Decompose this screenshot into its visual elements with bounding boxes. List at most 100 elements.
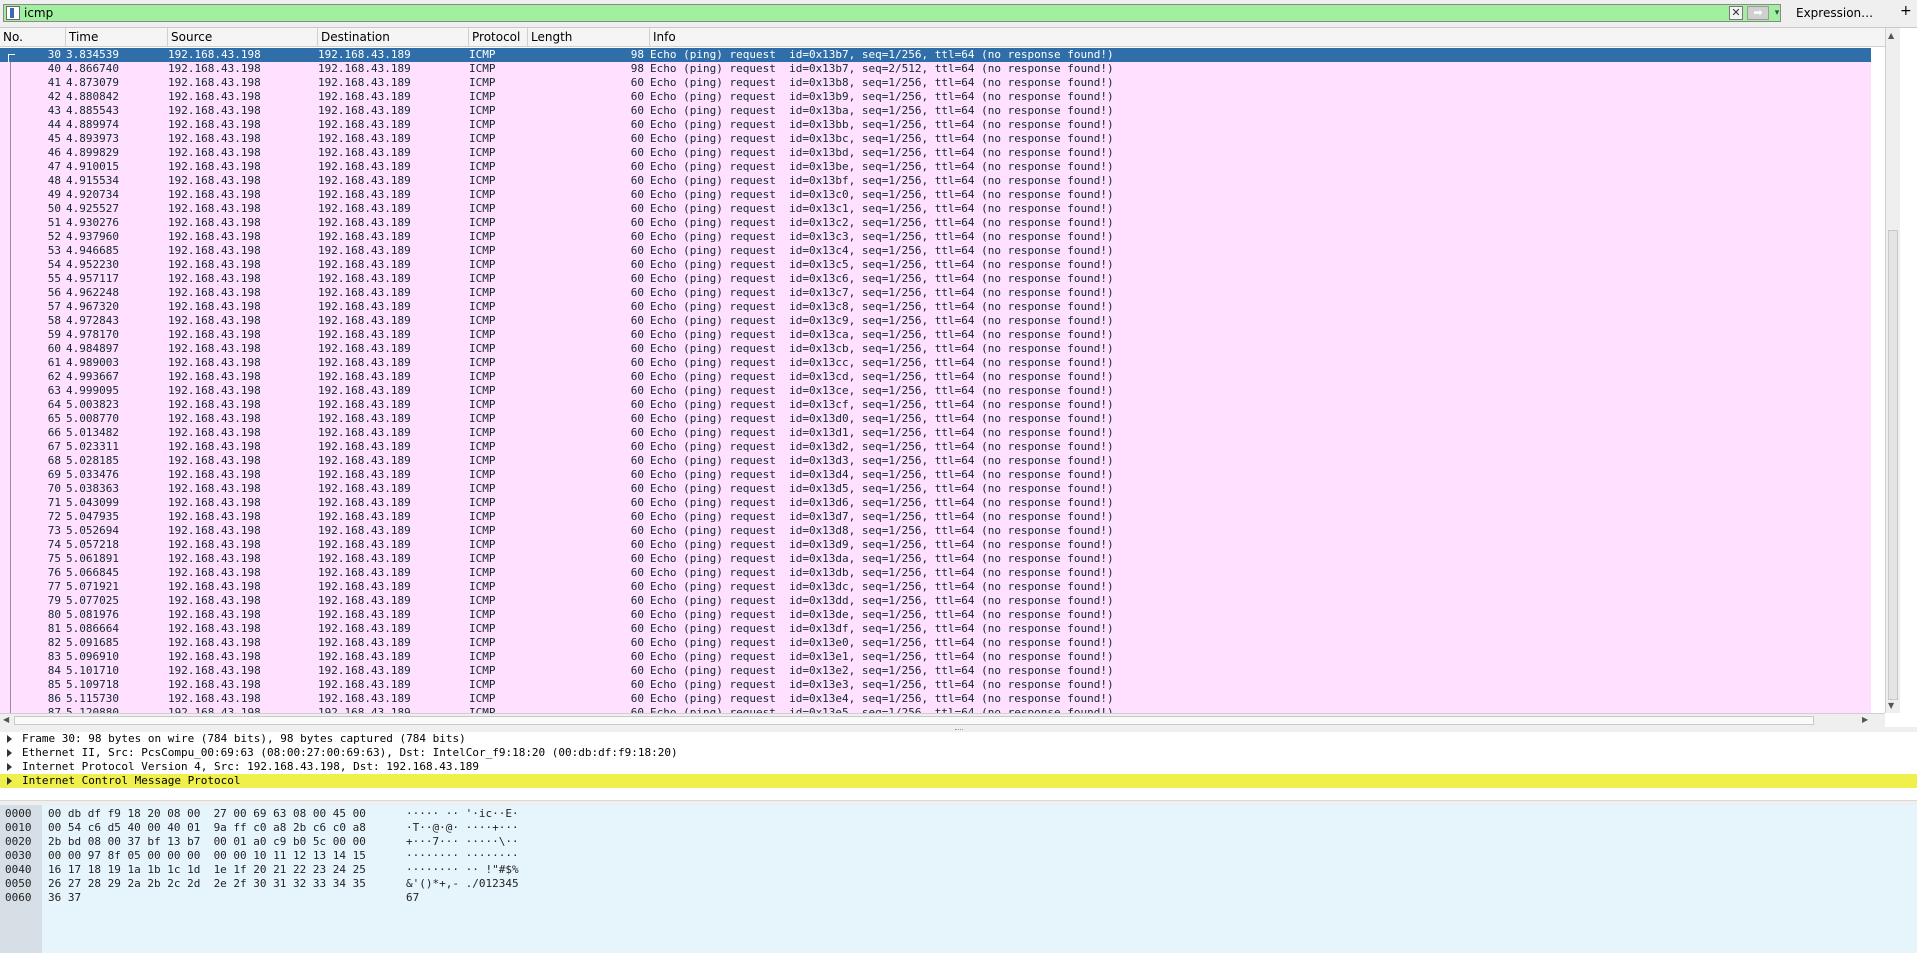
hex-bytes[interactable]: 36 37 [48, 891, 81, 905]
packet-list-vertical-scrollbar[interactable]: ▲ ▼ [1885, 28, 1900, 713]
hex-offset[interactable]: 0050 [5, 877, 32, 891]
packet-row[interactable]: 85 5.109718 192.168.43.198 192.168.43.189 IC… [0, 678, 1871, 692]
ascii-bytes[interactable]: ········ ········ [406, 849, 519, 863]
packet-row[interactable]: 64 5.003823 192.168.43.198 192.168.43.189 IC… [0, 398, 1871, 412]
packet-row[interactable]: 41 4.873079 192.168.43.198 192.168.43.189 IC… [0, 76, 1871, 90]
column-header-no[interactable]: No. [0, 28, 66, 46]
packet-row[interactable]: 44 4.889974 192.168.43.198 192.168.43.189 IC… [0, 118, 1871, 132]
packet-row[interactable]: 70 5.038363 192.168.43.198 192.168.43.189 IC… [0, 482, 1871, 496]
packet-row[interactable]: 53 4.946685 192.168.43.198 192.168.43.189 IC… [0, 244, 1871, 258]
detail-tree-item[interactable]: Internet Control Message Protocol [0, 774, 1917, 788]
packet-row[interactable]: 81 5.086664 192.168.43.198 192.168.43.189 IC… [0, 622, 1871, 636]
packet-row[interactable]: 72 5.047935 192.168.43.198 192.168.43.189 IC… [0, 510, 1871, 524]
packet-row[interactable]: 86 5.115730 192.168.43.198 192.168.43.189 IC… [0, 692, 1871, 706]
ascii-bytes[interactable]: ·T··@·@· ····+··· [406, 821, 519, 835]
expand-triangle-icon[interactable] [7, 763, 12, 771]
detail-tree-item[interactable]: Internet Protocol Version 4, Src: 192.16… [0, 760, 1917, 774]
packet-row[interactable]: 68 5.028185 192.168.43.198 192.168.43.189 IC… [0, 454, 1871, 468]
column-header-protocol[interactable]: Protocol [469, 28, 528, 46]
packet-row[interactable]: 57 4.967320 192.168.43.198 192.168.43.189 IC… [0, 300, 1871, 314]
hex-offset[interactable]: 0000 [5, 807, 32, 821]
hex-offset[interactable]: 0010 [5, 821, 32, 835]
hex-offset[interactable]: 0040 [5, 863, 32, 877]
ascii-bytes[interactable]: +···7··· ·····\·· [406, 835, 519, 849]
packet-row[interactable]: 56 4.962248 192.168.43.198 192.168.43.189 IC… [0, 286, 1871, 300]
packet-row[interactable]: 84 5.101710 192.168.43.198 192.168.43.189 IC… [0, 664, 1871, 678]
packet-row[interactable]: 54 4.952230 192.168.43.198 192.168.43.189 IC… [0, 258, 1871, 272]
expression-button[interactable]: Expression… [1796, 6, 1873, 20]
hex-bytes[interactable]: 2b bd 08 00 37 bf 13 b7 00 01 a0 c9 b0 5… [48, 835, 366, 849]
hex-bytes[interactable]: 16 17 18 19 1a 1b 1c 1d 1e 1f 20 21 22 2… [48, 863, 366, 877]
packet-row[interactable]: 65 5.008770 192.168.43.198 192.168.43.189 IC… [0, 412, 1871, 426]
packet-row[interactable]: 63 4.999095 192.168.43.198 192.168.43.189 IC… [0, 384, 1871, 398]
packet-row[interactable]: 58 4.972843 192.168.43.198 192.168.43.189 IC… [0, 314, 1871, 328]
packet-row[interactable]: 46 4.899829 192.168.43.198 192.168.43.189 IC… [0, 146, 1871, 160]
packet-row[interactable]: 43 4.885543 192.168.43.198 192.168.43.189 IC… [0, 104, 1871, 118]
packet-row[interactable]: 74 5.057218 192.168.43.198 192.168.43.189 IC… [0, 538, 1871, 552]
filter-history-chevron-down-icon[interactable]: ▾ [1772, 5, 1782, 21]
packet-row[interactable]: 40 4.866740 192.168.43.198 192.168.43.189 IC… [0, 62, 1871, 76]
scroll-left-icon[interactable]: ◀ [3, 715, 9, 724]
packet-row[interactable]: 48 4.915534 192.168.43.198 192.168.43.189 IC… [0, 174, 1871, 188]
packet-row[interactable]: 73 5.052694 192.168.43.198 192.168.43.189 IC… [0, 524, 1871, 538]
detail-tree-item[interactable]: Frame 30: 98 bytes on wire (784 bits), 9… [0, 732, 1917, 746]
horizontal-scroll-thumb[interactable] [14, 716, 1814, 725]
scroll-down-icon[interactable]: ▼ [1888, 701, 1894, 710]
column-header-length[interactable]: Length [528, 28, 650, 46]
hex-offset[interactable]: 0020 [5, 835, 32, 849]
column-header-destination[interactable]: Destination [318, 28, 469, 46]
packet-row[interactable]: 69 5.033476 192.168.43.198 192.168.43.189 IC… [0, 468, 1871, 482]
packet-row[interactable]: 47 4.910015 192.168.43.198 192.168.43.189 IC… [0, 160, 1871, 174]
packet-row[interactable]: 42 4.880842 192.168.43.198 192.168.43.189 IC… [0, 90, 1871, 104]
clear-filter-icon[interactable]: ✕ [1729, 6, 1743, 20]
packet-row[interactable]: 55 4.957117 192.168.43.198 192.168.43.189 IC… [0, 272, 1871, 286]
hex-bytes[interactable]: 26 27 28 29 2a 2b 2c 2d 2e 2f 30 31 32 3… [48, 877, 366, 891]
hex-bytes[interactable]: 00 db df f9 18 20 08 00 27 00 69 63 08 0… [48, 807, 366, 821]
packet-row[interactable]: 52 4.937960 192.168.43.198 192.168.43.189 IC… [0, 230, 1871, 244]
packet-row[interactable]: 87 5.120880 192.168.43.198 192.168.43.189 IC… [0, 706, 1871, 713]
packet-row[interactable]: 30 3.834539 192.168.43.198 192.168.43.189 IC… [0, 48, 1871, 63]
detail-tree-item[interactable]: Ethernet II, Src: PcsCompu_00:69:63 (08:… [0, 746, 1917, 760]
packet-row[interactable]: 76 5.066845 192.168.43.198 192.168.43.189 IC… [0, 566, 1871, 580]
packet-row[interactable]: 61 4.989003 192.168.43.198 192.168.43.189 IC… [0, 356, 1871, 370]
ascii-bytes[interactable]: ····· ·· '·ic··E· [406, 807, 519, 821]
packet-row[interactable]: 71 5.043099 192.168.43.198 192.168.43.189 IC… [0, 496, 1871, 510]
packet-list-horizontal-scrollbar[interactable]: ◀ ▶ [0, 713, 1885, 727]
scroll-up-icon[interactable]: ▲ [1888, 31, 1894, 40]
packet-row[interactable]: 67 5.023311 192.168.43.198 192.168.43.189 IC… [0, 440, 1871, 454]
hex-offset[interactable]: 0060 [5, 891, 32, 905]
packet-row[interactable]: 79 5.077025 192.168.43.198 192.168.43.189 IC… [0, 594, 1871, 608]
packet-row[interactable]: 62 4.993667 192.168.43.198 192.168.43.189 IC… [0, 370, 1871, 384]
expand-triangle-icon[interactable] [7, 777, 12, 785]
hex-offset[interactable]: 0030 [5, 849, 32, 863]
packet-row[interactable]: 59 4.978170 192.168.43.198 192.168.43.189 IC… [0, 328, 1871, 342]
packet-row[interactable]: 80 5.081976 192.168.43.198 192.168.43.189 IC… [0, 608, 1871, 622]
packet-row[interactable]: 82 5.091685 192.168.43.198 192.168.43.189 IC… [0, 636, 1871, 650]
add-filter-button[interactable]: + [1900, 3, 1912, 19]
packet-row[interactable]: 50 4.925527 192.168.43.198 192.168.43.189 IC… [0, 202, 1871, 216]
hex-bytes[interactable]: 00 00 97 8f 05 00 00 00 00 00 10 11 12 1… [48, 849, 366, 863]
column-header-info[interactable]: Info [650, 28, 1899, 46]
scroll-right-icon[interactable]: ▶ [1862, 715, 1868, 724]
packet-row[interactable]: 49 4.920734 192.168.43.198 192.168.43.189 IC… [0, 188, 1871, 202]
packet-row[interactable]: 51 4.930276 192.168.43.198 192.168.43.189 IC… [0, 216, 1871, 230]
packet-row[interactable]: 83 5.096910 192.168.43.198 192.168.43.189 IC… [0, 650, 1871, 664]
ascii-bytes[interactable]: &'()*+,- ./012345 [406, 877, 519, 891]
expand-triangle-icon[interactable] [7, 735, 12, 743]
packet-row[interactable]: 60 4.984897 192.168.43.198 192.168.43.189 IC… [0, 342, 1871, 356]
column-header-source[interactable]: Source [168, 28, 318, 46]
filter-bookmark-icon[interactable] [6, 6, 20, 20]
column-header-time[interactable]: Time [66, 28, 168, 46]
expand-triangle-icon[interactable] [7, 749, 12, 757]
vertical-scroll-thumb[interactable] [1888, 230, 1898, 700]
hex-bytes[interactable]: 00 54 c6 d5 40 00 40 01 9a ff c0 a8 2b c… [48, 821, 366, 835]
hex-dump-row: 0020 2b bd 08 00 37 bf 13 b7 00 01 a0 c9 … [0, 835, 1917, 849]
ascii-bytes[interactable]: 67 [406, 891, 419, 905]
packet-row[interactable]: 77 5.071921 192.168.43.198 192.168.43.189 IC… [0, 580, 1871, 594]
ascii-bytes[interactable]: ········ ·· !"#$% [406, 863, 519, 877]
display-filter-input[interactable] [24, 5, 1724, 21]
packet-row[interactable]: 66 5.013482 192.168.43.198 192.168.43.189 IC… [0, 426, 1871, 440]
apply-filter-arrow-icon[interactable]: ➡ [1747, 6, 1769, 20]
packet-row[interactable]: 75 5.061891 192.168.43.198 192.168.43.189 IC… [0, 552, 1871, 566]
packet-row[interactable]: 45 4.893973 192.168.43.198 192.168.43.189 IC… [0, 132, 1871, 146]
